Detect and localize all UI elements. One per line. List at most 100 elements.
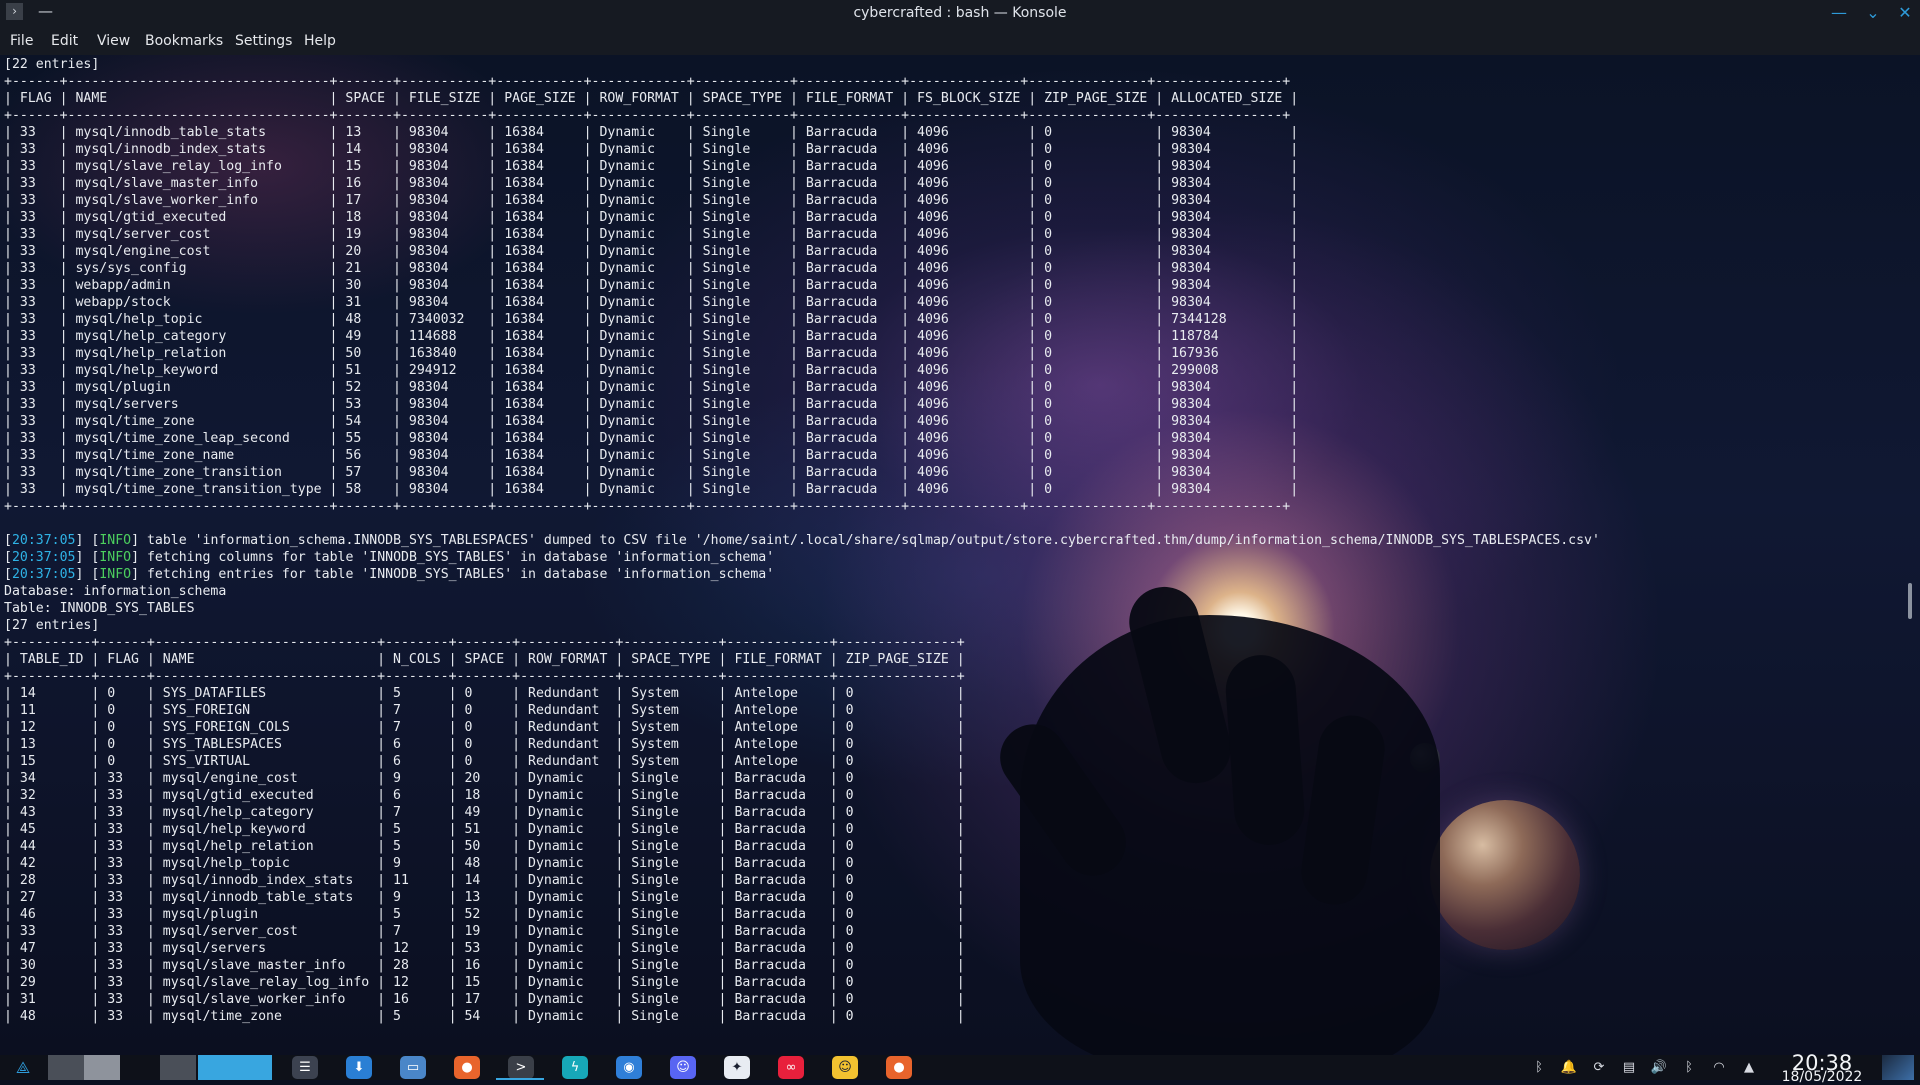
terminal-line: [20:37:05] [INFO] fetching columns for t…: [4, 550, 775, 565]
terminal-line: | 33 | webapp/stock | 31 | 98304 | 16384…: [4, 295, 1299, 310]
maximize-icon[interactable]: ⌄: [1862, 2, 1884, 24]
system-settings-icon[interactable]: ☰: [292, 1056, 318, 1079]
terminal-view[interactable]: [22 entries] +------+--------------------…: [0, 55, 1920, 1055]
terminal-line: | 43 | 33 | mysql/help_category | 7 | 49…: [4, 805, 965, 820]
terminal-line: | 27 | 33 | mysql/innodb_table_stats | 9…: [4, 890, 965, 905]
desktop-pager-1[interactable]: [48, 1055, 84, 1080]
menu-settings[interactable]: Settings: [235, 27, 292, 55]
vpn-icon[interactable]: ✦: [724, 1056, 750, 1079]
bolt-app-icon[interactable]: ϟ: [562, 1056, 588, 1079]
firefox-icon[interactable]: ●: [454, 1056, 480, 1079]
terminal-line: | 13 | 0 | SYS_TABLESPACES | 6 | 0 | Red…: [4, 737, 965, 752]
desktop-pager-2[interactable]: [84, 1055, 120, 1080]
terminal-line: | 48 | 33 | mysql/time_zone | 5 | 54 | D…: [4, 1009, 965, 1024]
sync-icon[interactable]: ⟳: [1590, 1058, 1608, 1077]
terminal-line: | 11 | 0 | SYS_FOREIGN | 7 | 0 | Redunda…: [4, 703, 965, 718]
terminal-line: [20:37:05] [INFO] fetching entries for t…: [4, 567, 775, 582]
terminal-line: | 33 | mysql/time_zone_transition | 57 |…: [4, 465, 1299, 480]
konsole-icon[interactable]: >: [508, 1056, 534, 1079]
terminal-line: | 33 | mysql/gtid_executed | 18 | 98304 …: [4, 210, 1299, 225]
menu-edit[interactable]: Edit: [51, 27, 78, 55]
terminal-line: | 28 | 33 | mysql/innodb_index_stats | 1…: [4, 873, 965, 888]
terminal-line: | 33 | mysql/plugin | 52 | 98304 | 16384…: [4, 380, 1299, 395]
terminal-line: | 33 | webapp/admin | 30 | 98304 | 16384…: [4, 278, 1299, 293]
terminal-line: | 33 | mysql/time_zone | 54 | 98304 | 16…: [4, 414, 1299, 429]
bluetooth-icon[interactable]: ᛒ: [1680, 1058, 1698, 1077]
terminal-line: | 32 | 33 | mysql/gtid_executed | 6 | 18…: [4, 788, 965, 803]
discord-icon[interactable]: ☺: [670, 1056, 696, 1079]
terminal-line: | 46 | 33 | mysql/plugin | 5 | 52 | Dyna…: [4, 907, 965, 922]
close-icon[interactable]: ✕: [1894, 2, 1916, 24]
terminal-line: | 34 | 33 | mysql/engine_cost | 9 | 20 |…: [4, 771, 965, 786]
menu-view[interactable]: View: [97, 27, 130, 55]
media-player-icon[interactable]: ∞: [778, 1056, 804, 1079]
terminal-line: | 14 | 0 | SYS_DATAFILES | 5 | 0 | Redun…: [4, 686, 965, 701]
terminal-line: | 33 | mysql/help_relation | 50 | 163840…: [4, 346, 1299, 361]
tray-expand-icon[interactable]: ▲: [1740, 1058, 1758, 1077]
wifi-icon[interactable]: ◠: [1710, 1058, 1728, 1077]
terminal-line: Table: INNODB_SYS_TABLES: [4, 601, 195, 616]
terminal-line: [27 entries]: [4, 618, 100, 633]
firefox-dev-icon[interactable]: ●: [886, 1056, 912, 1079]
terminal-line: | 33 | mysql/server_cost | 19 | 98304 | …: [4, 227, 1299, 242]
show-desktop-button[interactable]: [1882, 1055, 1914, 1080]
terminal-output: [22 entries] +------+--------------------…: [4, 56, 1600, 1025]
terminal-line: | 12 | 0 | SYS_FOREIGN_COLS | 7 | 0 | Re…: [4, 720, 965, 735]
bluetooth-manager-icon[interactable]: ᛒ: [1530, 1058, 1548, 1077]
discover-store-icon[interactable]: ⬇: [346, 1056, 372, 1079]
terminal-line: | 33 | mysql/engine_cost | 20 | 98304 | …: [4, 244, 1299, 259]
terminal-line: | 33 | mysql/help_topic | 48 | 7340032 |…: [4, 312, 1299, 327]
terminal-line: +------+--------------------------------…: [4, 108, 1291, 123]
terminal-line: | 33 | mysql/help_category | 49 | 114688…: [4, 329, 1299, 344]
terminal-line: | 29 | 33 | mysql/slave_relay_log_info |…: [4, 975, 965, 990]
menu-file[interactable]: File: [10, 27, 33, 55]
menu-help[interactable]: Help: [304, 27, 336, 55]
clipboard-icon[interactable]: ▤: [1620, 1058, 1638, 1077]
terminal-line: | 33 | mysql/servers | 53 | 98304 | 1638…: [4, 397, 1299, 412]
terminal-line: | 44 | 33 | mysql/help_relation | 5 | 50…: [4, 839, 965, 854]
terminal-line: +----------+------+---------------------…: [4, 635, 965, 650]
terminal-line: [22 entries]: [4, 57, 100, 72]
terminal-line: | 31 | 33 | mysql/slave_worker_info | 16…: [4, 992, 965, 1007]
terminal-line: +------+--------------------------------…: [4, 499, 1291, 514]
browser-icon[interactable]: ◉: [616, 1056, 642, 1079]
terminal-line: | 33 | mysql/help_keyword | 51 | 294912 …: [4, 363, 1299, 378]
plasma-launcher-icon[interactable]: ⟁: [6, 1055, 40, 1080]
terminal-line: | 33 | mysql/slave_worker_info | 17 | 98…: [4, 193, 1299, 208]
desktop-pager-3[interactable]: [160, 1055, 196, 1080]
terminal-line: | 42 | 33 | mysql/help_topic | 9 | 48 | …: [4, 856, 965, 871]
terminal-line: Database: information_schema: [4, 584, 227, 599]
terminal-line: +------+--------------------------------…: [4, 74, 1291, 89]
terminal-line: | 33 | mysql/slave_master_info | 16 | 98…: [4, 176, 1299, 191]
terminal-line: +----------+------+---------------------…: [4, 669, 965, 684]
menu-bar: File Edit View Bookmarks Settings Help: [0, 27, 1920, 55]
terminal-line: | 33 | mysql/slave_relay_log_info | 15 |…: [4, 159, 1299, 174]
window-title-bar: › — cybercrafted : bash — Konsole — ⌄ ✕: [0, 0, 1920, 27]
terminal-line: | 33 | mysql/time_zone_transition_type |…: [4, 482, 1299, 497]
terminal-line: | 30 | 33 | mysql/slave_master_info | 28…: [4, 958, 965, 973]
terminal-line: | TABLE_ID | FLAG | NAME | N_COLS | SPAC…: [4, 652, 965, 667]
window-title: cybercrafted : bash — Konsole: [853, 5, 1067, 21]
minimize-icon[interactable]: —: [1828, 2, 1850, 24]
terminal-line: | 45 | 33 | mysql/help_keyword | 5 | 51 …: [4, 822, 965, 837]
terminal-line: | 15 | 0 | SYS_VIRTUAL | 6 | 0 | Redunda…: [4, 754, 965, 769]
terminal-line: [20:37:05] [INFO] table 'information_sch…: [4, 533, 1600, 548]
terminal-line: | 33 | mysql/innodb_table_stats | 13 | 9…: [4, 125, 1299, 140]
scrollbar-thumb[interactable]: [1908, 583, 1912, 619]
terminal-line: | 33 | 33 | mysql/server_cost | 7 | 19 |…: [4, 924, 965, 939]
notifications-icon[interactable]: 🔔: [1560, 1058, 1578, 1077]
terminal-line: | FLAG | NAME | SPACE | FILE_SIZE | PAGE…: [4, 91, 1299, 106]
terminal-line: | 33 | mysql/innodb_index_stats | 14 | 9…: [4, 142, 1299, 157]
volume-icon[interactable]: 🔊: [1650, 1058, 1668, 1077]
terminal-line: | 33 | mysql/time_zone_name | 56 | 98304…: [4, 448, 1299, 463]
file-manager-icon[interactable]: ▭: [400, 1056, 426, 1079]
terminal-line: | 33 | sys/sys_config | 21 | 98304 | 163…: [4, 261, 1299, 276]
menu-bookmarks[interactable]: Bookmarks: [145, 27, 223, 55]
taskbar: ⟁ ☰ ⬇ ▭ ● > ϟ ◉ ☺ ✦ ∞ ☺ ● ᛒ 🔔 ⟳ ▤ 🔊 ᛒ ◠ ▲ 20:38 18/05/2022: [0, 1051, 1920, 1084]
terminal-line: | 47 | 33 | mysql/servers | 12 | 53 | Dy…: [4, 941, 965, 956]
desktop-pager-active[interactable]: [198, 1055, 272, 1080]
clock-date[interactable]: 18/05/2022: [1776, 1070, 1868, 1084]
terminal-line: | 33 | mysql/time_zone_leap_second | 55 …: [4, 431, 1299, 446]
emoji-icon[interactable]: ☺: [832, 1056, 858, 1079]
